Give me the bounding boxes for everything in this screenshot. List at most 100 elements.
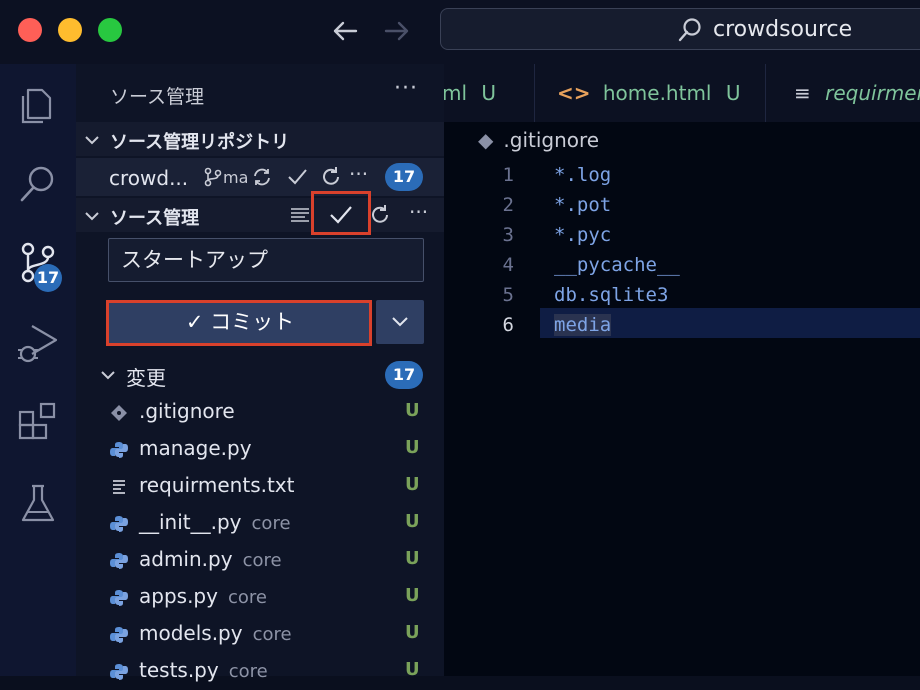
changed-file-item[interactable]: models.py core U — [76, 616, 444, 653]
file-directory: core — [251, 513, 291, 534]
arrow-left-icon[interactable] — [328, 14, 362, 48]
branch-name[interactable]: ma — [223, 168, 248, 187]
command-center-search[interactable]: crowdsource — [440, 8, 920, 50]
line-number: 5 — [502, 284, 514, 306]
file-directory: core — [227, 587, 267, 608]
file-directory: core — [252, 624, 292, 645]
git-icon: ◆ — [478, 128, 494, 152]
tab-requirements[interactable]: ≡ requirmen — [766, 64, 920, 122]
python-icon — [109, 514, 129, 534]
search-icon — [678, 18, 701, 42]
repositories-header-label: ソース管理リポジトリ — [110, 132, 290, 153]
file-label: tests.py core — [139, 658, 268, 682]
changed-file-item[interactable]: admin.py core U — [76, 542, 444, 579]
sidebar-more-button[interactable]: ··· — [394, 76, 418, 101]
activity-bar: 17 — [0, 64, 76, 676]
file-name: tests.py — [139, 658, 219, 682]
view-as-list-icon[interactable] — [290, 206, 310, 224]
sync-icon[interactable] — [252, 167, 272, 187]
source-control-section-header[interactable]: ソース管理 ··· — [76, 198, 444, 232]
close-window-button[interactable] — [18, 18, 42, 42]
changes-group-header[interactable]: 変更 17 — [76, 356, 444, 394]
file-name: apps.py — [139, 584, 218, 608]
tab-label: home.html — [602, 81, 712, 105]
breadcrumb[interactable]: ◆ .gitignore — [478, 128, 599, 152]
commit-dropdown-button[interactable] — [376, 300, 424, 344]
python-icon — [109, 440, 129, 460]
code-line[interactable]: __pycache__ — [554, 254, 680, 276]
file-directory: core — [242, 550, 282, 571]
code-line[interactable]: *.pot — [554, 194, 611, 216]
changed-file-item[interactable]: .gitignore U — [76, 394, 444, 431]
testing-flask-icon[interactable] — [14, 480, 62, 528]
commit-message-input[interactable]: スタートアップ — [108, 238, 424, 282]
changed-file-item[interactable]: manage.py U — [76, 431, 444, 468]
line-number: 1 — [502, 164, 514, 186]
arrow-right-icon[interactable] — [380, 14, 414, 48]
text-lines-icon — [109, 477, 129, 497]
repositories-section-header[interactable]: ソース管理リポジトリ — [76, 122, 444, 156]
chevron-down-icon — [101, 371, 115, 380]
file-directory: core — [228, 661, 268, 682]
file-name: manage.py — [139, 436, 252, 460]
changed-file-item[interactable]: requirments.txt U — [76, 468, 444, 505]
refresh-icon[interactable] — [319, 165, 343, 189]
highlight-commit-button-box — [106, 300, 372, 346]
file-name: admin.py — [139, 547, 233, 571]
tab-label: requirmen — [825, 81, 920, 105]
changes-header-label: 変更 — [126, 366, 166, 390]
tab-html-file[interactable]: ml U — [444, 64, 535, 122]
file-status-untracked: U — [405, 622, 420, 643]
file-name: .gitignore — [139, 399, 235, 423]
changed-file-item[interactable]: tests.py core U — [76, 653, 444, 690]
changed-file-item[interactable]: apps.py core U — [76, 579, 444, 616]
code-line[interactable]: *.log — [554, 164, 611, 186]
source-control-more-button[interactable]: ··· — [409, 200, 428, 224]
file-status-untracked: U — [405, 511, 420, 532]
file-name: models.py — [139, 621, 243, 645]
tab-status: U — [725, 81, 741, 105]
file-label: admin.py core — [139, 547, 282, 571]
maximize-window-button[interactable] — [98, 18, 122, 42]
file-label: models.py core — [139, 621, 292, 645]
file-label: apps.py core — [139, 584, 267, 608]
python-icon — [109, 551, 129, 571]
search-icon[interactable] — [14, 160, 62, 208]
sidebar-title: ソース管理 — [110, 86, 205, 108]
source-control-header-label: ソース管理 — [110, 208, 200, 229]
explorer-icon[interactable] — [14, 80, 62, 128]
repository-row[interactable]: crowd... ma ··· 17 — [76, 158, 444, 196]
changes-count-badge: 17 — [385, 361, 423, 389]
breadcrumb-file: .gitignore — [503, 128, 600, 152]
repository-changes-badge: 17 — [385, 163, 423, 191]
git-icon — [109, 403, 129, 423]
chevron-down-icon — [85, 212, 99, 221]
python-icon — [109, 588, 129, 608]
title-bar: crowdsource — [0, 0, 920, 64]
tab-home-html[interactable]: <> home.html U — [535, 64, 766, 122]
html-icon: <> — [557, 81, 591, 105]
code-line[interactable]: *.pyc — [554, 224, 611, 246]
search-text: crowdsource — [713, 17, 853, 42]
file-status-untracked: U — [405, 548, 420, 569]
extensions-icon[interactable] — [14, 398, 62, 446]
editor-area: ml U <> home.html U ≡ requirmen ◆ .gitign… — [444, 64, 920, 676]
line-number: 3 — [502, 224, 514, 246]
repository-more-button[interactable]: ··· — [349, 162, 368, 186]
run-debug-icon[interactable] — [14, 318, 62, 366]
minimize-window-button[interactable] — [58, 18, 82, 42]
checkmark-icon[interactable] — [286, 166, 308, 188]
file-label: __init__.py core — [139, 510, 291, 534]
code-line[interactable]: media — [554, 314, 612, 336]
code-line[interactable]: db.sqlite3 — [554, 284, 668, 306]
file-status-untracked: U — [405, 585, 420, 606]
tab-status: U — [481, 81, 497, 105]
changed-file-item[interactable]: __init__.py core U — [76, 505, 444, 542]
chevron-down-icon — [85, 136, 99, 145]
file-name: requirments.txt — [139, 473, 295, 497]
python-icon — [109, 625, 129, 645]
file-status-untracked: U — [405, 474, 420, 495]
refresh-icon[interactable] — [368, 203, 392, 227]
editor-tab-bar: ml U <> home.html U ≡ requirmen — [444, 64, 920, 122]
file-status-untracked: U — [405, 659, 420, 680]
